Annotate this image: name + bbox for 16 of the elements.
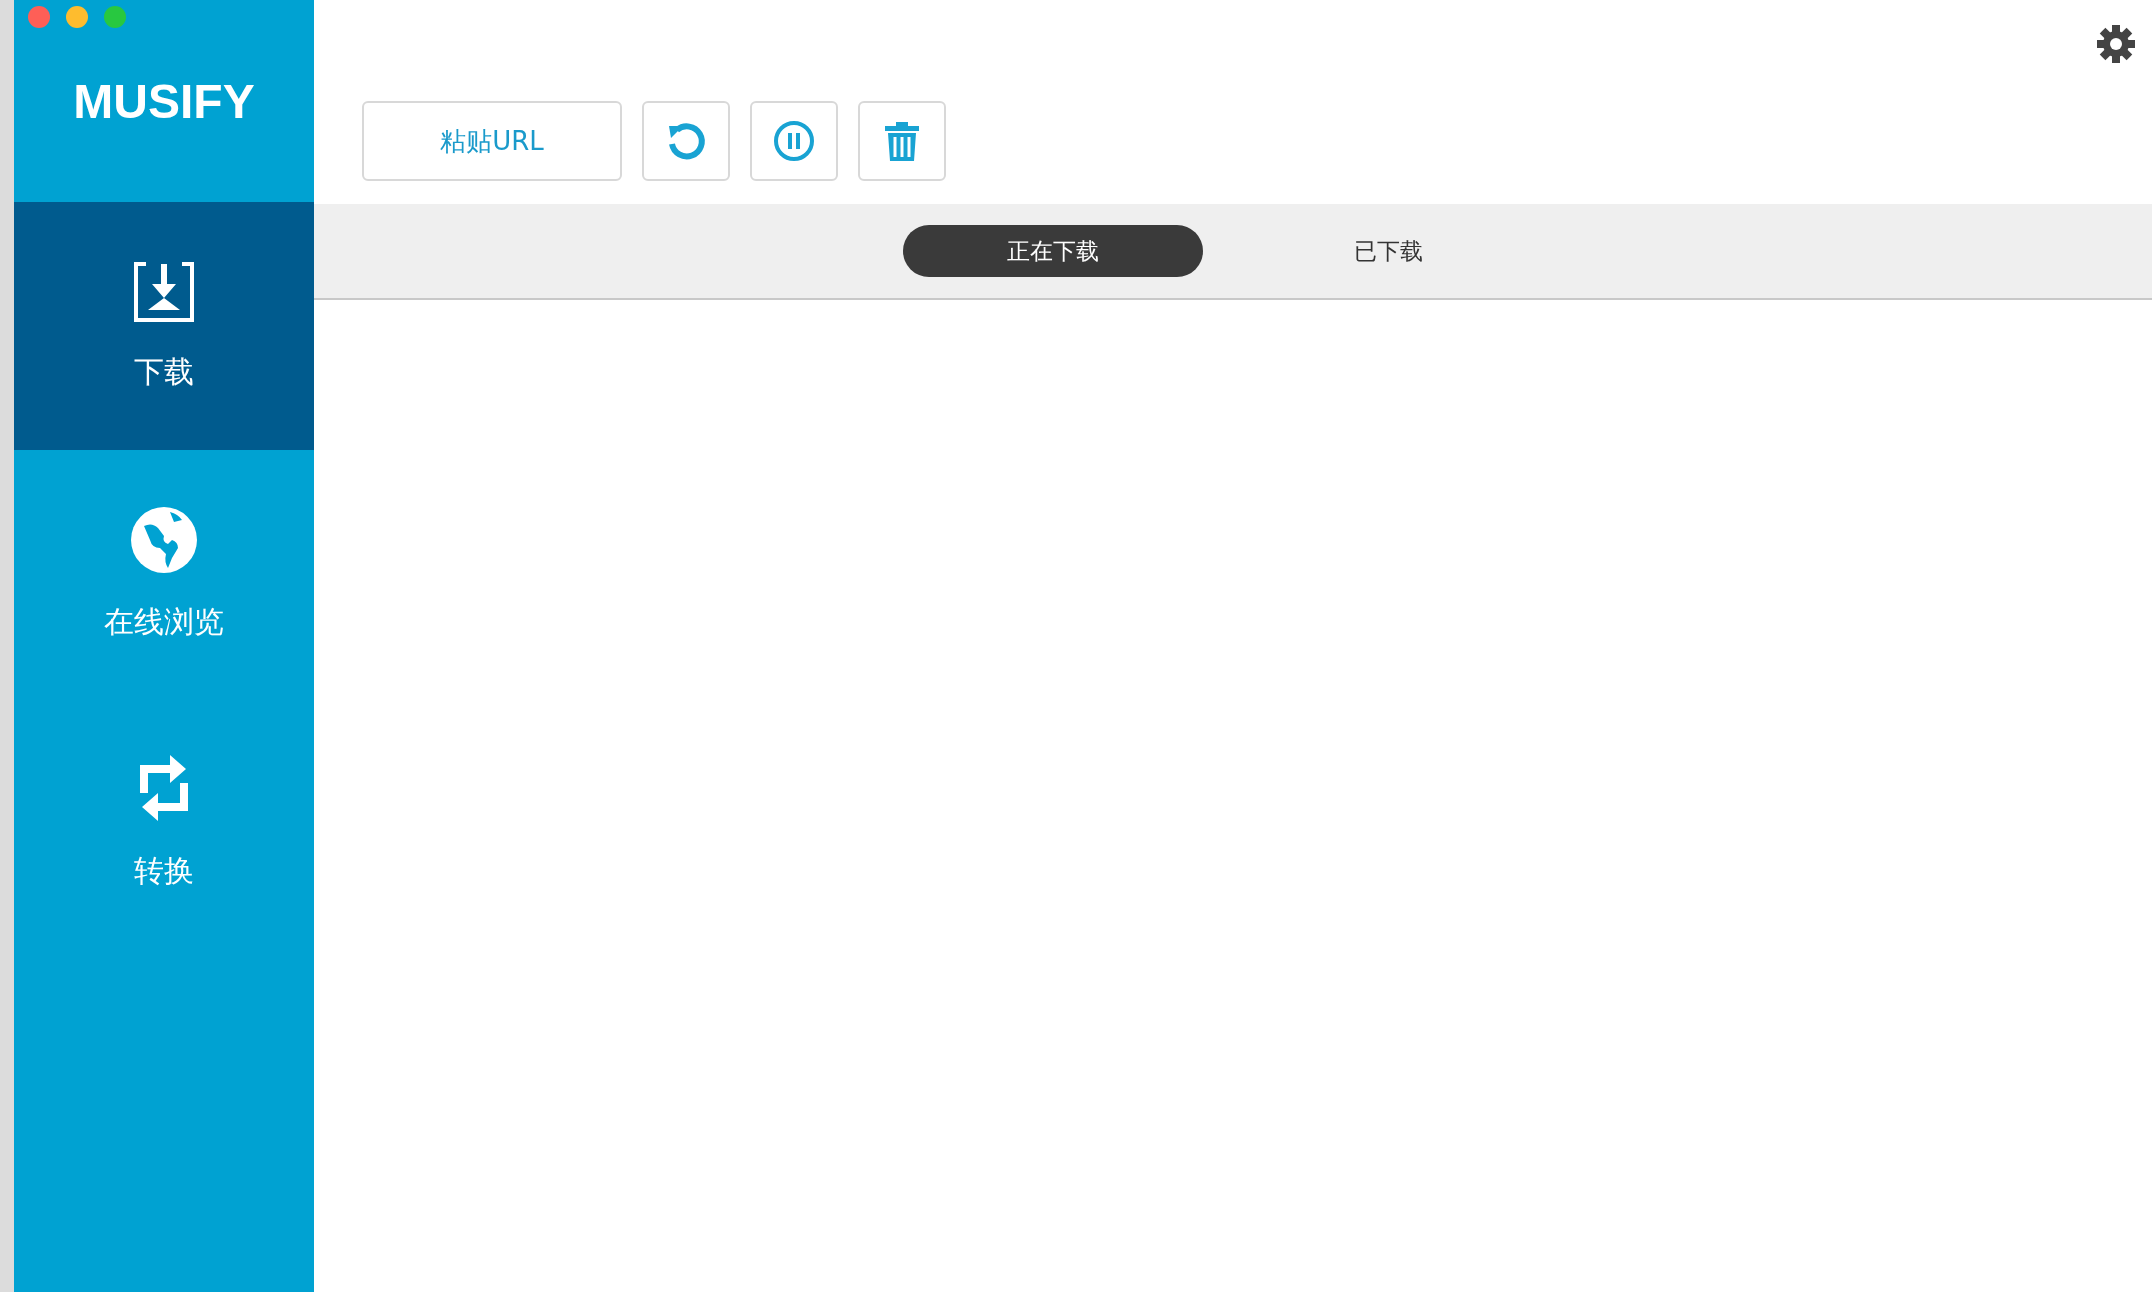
trash-icon: [883, 120, 921, 162]
pause-icon: [773, 120, 815, 162]
tab[interactable]: 已下载: [1303, 225, 1473, 277]
download-icon: [132, 259, 196, 324]
sidebar-item[interactable]: 下载: [14, 202, 314, 450]
globe-icon: [130, 505, 198, 574]
refresh-button[interactable]: [642, 101, 730, 181]
sidebar-label: 在线浏览: [104, 602, 224, 641]
tab[interactable]: 正在下载: [903, 225, 1203, 277]
settings-icon[interactable]: [2096, 24, 2136, 64]
pause-button[interactable]: [750, 101, 838, 181]
sidebar-label: 转换: [134, 851, 194, 890]
trash-button[interactable]: [858, 101, 946, 181]
minimize-button[interactable]: [66, 6, 88, 28]
sidebar-label: 下载: [134, 352, 194, 391]
app-logo: MUSIFY: [73, 73, 255, 129]
